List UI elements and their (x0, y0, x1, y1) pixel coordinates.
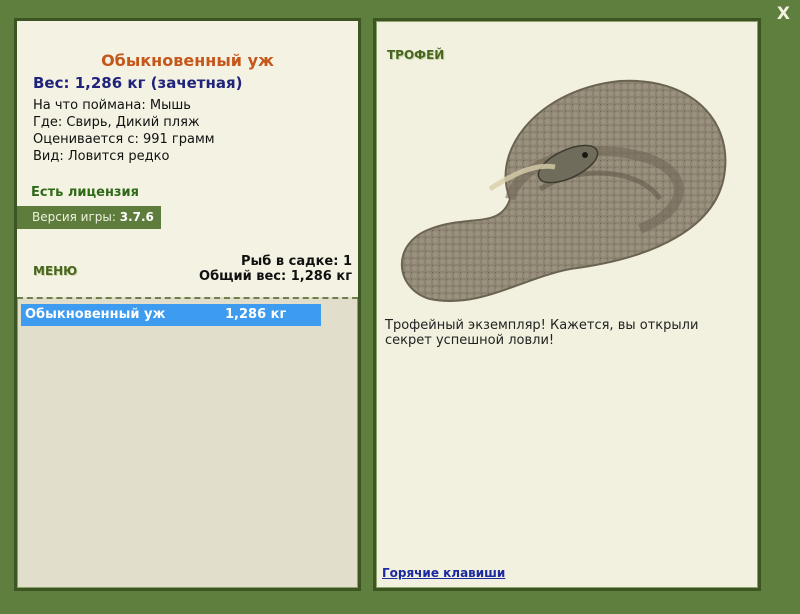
keepnet-stats: Рыб в садке: 1 Общий вес: 1,286 кг (199, 254, 352, 284)
trophy-label: ТРОФЕЙ (387, 48, 445, 62)
catch-name: Обыкновенный уж (25, 307, 166, 322)
trophy-description: Трофейный экземпляр! Кажется, вы открыли… (385, 318, 699, 348)
close-button[interactable]: X (777, 4, 790, 24)
snake-image (400, 79, 727, 302)
fish-details-area: Обыкновенный уж Вес: 1,286 кг (зачетная)… (17, 21, 358, 297)
trophy-panel: ТРОФЕЙ Трофейный экземпляр! Кажется, вы … (373, 18, 761, 591)
menu-button[interactable]: МЕНЮ (33, 264, 77, 278)
fish-weight: Вес: 1,286 кг (зачетная) (33, 74, 243, 92)
license-status: Есть лицензия (31, 185, 139, 200)
fish-details: На что поймана: Мышь Где: Свирь, Дикий п… (33, 97, 215, 165)
kind-line: Вид: Ловится редко (33, 149, 170, 164)
version-bar: Версия игры: 3.7.6 (17, 206, 161, 229)
version-label: Версия игры: (32, 210, 116, 224)
divider (17, 297, 358, 299)
valued-line: Оценивается с: 991 грамм (33, 132, 215, 147)
fish-info-panel: Обыкновенный уж Вес: 1,286 кг (зачетная)… (14, 18, 361, 591)
location-line: Где: Свирь, Дикий пляж (33, 115, 200, 130)
hotkeys-link[interactable]: Горячие клавиши (382, 566, 505, 580)
catch-weight: 1,286 кг (225, 307, 287, 322)
bait-line: На что поймана: Мышь (33, 98, 191, 113)
keepnet-total: Общий вес: 1,286 кг (199, 269, 352, 284)
catch-list-item[interactable]: Обыкновенный уж 1,286 кг (21, 304, 321, 326)
keepnet-count: Рыб в садке: 1 (240, 254, 352, 269)
fish-name: Обыкновенный уж (101, 51, 274, 70)
version-value: 3.7.6 (119, 210, 154, 224)
